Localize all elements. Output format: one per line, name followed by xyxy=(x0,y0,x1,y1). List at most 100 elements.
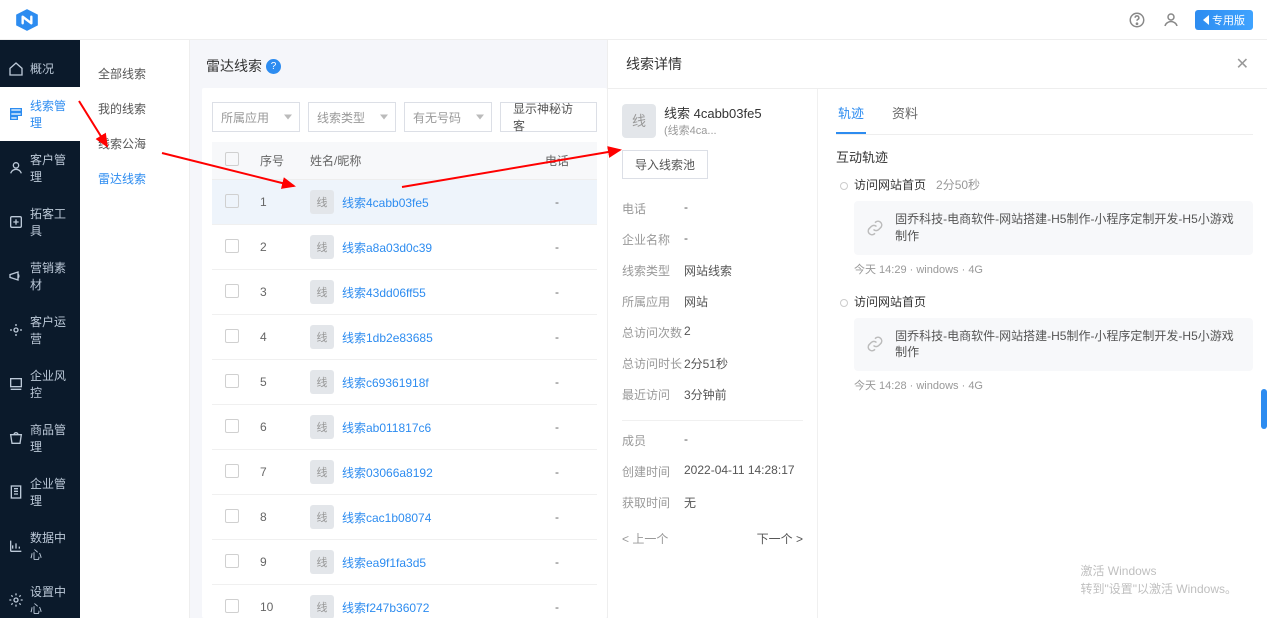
question-icon[interactable]: ? xyxy=(266,59,281,74)
table-row[interactable]: 2线线索a8a03d0c39- xyxy=(212,225,597,270)
checkbox-all[interactable] xyxy=(225,152,239,166)
checkbox[interactable] xyxy=(225,599,239,613)
kv-row: 企业名称- xyxy=(622,224,803,255)
track-col: 轨迹 资料 互动轨迹 访问网站首页2分50秒固乔科技-电商软件-网站搭建-H5制… xyxy=(818,89,1267,618)
checkbox[interactable] xyxy=(225,329,239,343)
table-row[interactable]: 5线线索c69361918f- xyxy=(212,360,597,405)
nav-label: 客户运营 xyxy=(30,313,72,347)
detail-col: 线 线索 4cabb03fe5 (线索4ca... 导入线索池 电话-企业名称-… xyxy=(608,89,818,618)
track-header: 互动轨迹 xyxy=(836,147,1253,166)
checkbox[interactable] xyxy=(225,464,239,478)
tabs: 轨迹 资料 xyxy=(836,103,1253,135)
tab-profile[interactable]: 资料 xyxy=(890,103,920,134)
filter-show-mystery[interactable]: 显示神秘访客 xyxy=(500,102,597,132)
table-row[interactable]: 4线线索1db2e83685- xyxy=(212,315,597,360)
info-sub: (线索4ca... xyxy=(664,122,762,138)
help-icon[interactable] xyxy=(1127,10,1147,30)
cell-phone: - xyxy=(517,225,597,270)
nav-clue[interactable]: 线索管理 xyxy=(0,87,80,141)
table-row[interactable]: 1线线索4cabb03fe5- xyxy=(212,180,597,225)
nav-goods[interactable]: 商品管理 xyxy=(0,411,80,465)
avatar-icon: 线 xyxy=(310,280,334,304)
link-card[interactable]: 固乔科技-电商软件-网站搭建-H5制作-小程序定制开发-H5小游戏制作 xyxy=(854,318,1253,372)
table-row[interactable]: 6线线索ab011817c6- xyxy=(212,405,597,450)
nav-ops[interactable]: 客户运营 xyxy=(0,303,80,357)
kv-row: 所属应用网站 xyxy=(622,286,803,317)
nav-ent[interactable]: 企业管理 xyxy=(0,465,80,519)
next-button[interactable]: 下一个 > xyxy=(757,530,803,547)
subnav-item[interactable]: 全部线索 xyxy=(80,56,189,91)
checkbox[interactable] xyxy=(225,419,239,433)
nav-label: 拓客工具 xyxy=(30,205,72,239)
kv-val: 3分钟前 xyxy=(684,386,727,403)
goods-icon xyxy=(8,430,24,446)
nav-mega[interactable]: 营销素材 xyxy=(0,249,80,303)
checkbox[interactable] xyxy=(225,374,239,388)
clue-name-link[interactable]: 线索ab011817c6 xyxy=(342,419,431,436)
checkbox[interactable] xyxy=(225,554,239,568)
nav-risk[interactable]: 企业风控 xyxy=(0,357,80,411)
kv-key: 电话 xyxy=(622,200,684,217)
table-row[interactable]: 3线线索43dd06ff55- xyxy=(212,270,597,315)
link-icon xyxy=(864,217,885,239)
th-seq: 序号 xyxy=(252,142,302,180)
clue-name-link[interactable]: 线索cac1b08074 xyxy=(342,509,431,526)
cust-icon xyxy=(8,160,24,176)
clue-name-link[interactable]: 线索1db2e83685 xyxy=(342,329,433,346)
cell-phone: - xyxy=(517,585,597,619)
checkbox[interactable] xyxy=(225,509,239,523)
prev-button[interactable]: < 上一个 xyxy=(622,530,668,547)
logo-icon[interactable] xyxy=(14,7,40,33)
nav-label: 营销素材 xyxy=(30,259,72,293)
user-icon[interactable] xyxy=(1161,10,1181,30)
link-text: 固乔科技-电商软件-网站搭建-H5制作-小程序定制开发-H5小游戏制作 xyxy=(895,328,1243,362)
clue-name-link[interactable]: 线索c69361918f xyxy=(342,374,429,391)
nav-chart[interactable]: 数据中心 xyxy=(0,519,80,573)
subnav-item[interactable]: 线索公海 xyxy=(80,126,189,161)
nav-cust[interactable]: 客户管理 xyxy=(0,141,80,195)
table-row[interactable]: 9线线索ea9f1fa3d5- xyxy=(212,540,597,585)
clue-name-link[interactable]: 线索03066a8192 xyxy=(342,464,433,481)
clue-name-link[interactable]: 线索a8a03d0c39 xyxy=(342,239,432,256)
subnav-item[interactable]: 我的线索 xyxy=(80,91,189,126)
scrollbar-thumb[interactable] xyxy=(1261,389,1267,429)
checkbox[interactable] xyxy=(225,284,239,298)
kv-row: 最近访问3分钟前 xyxy=(622,379,803,410)
kv-key: 成员 xyxy=(622,432,684,449)
filter-has-phone[interactable]: 有无号码 xyxy=(404,102,492,132)
filter-type[interactable]: 线索类型 xyxy=(308,102,396,132)
nav-tool[interactable]: 拓客工具 xyxy=(0,195,80,249)
event-duration: 2分50秒 xyxy=(936,176,980,193)
cell-seq: 10 xyxy=(252,585,302,619)
table-row[interactable]: 7线线索03066a8192- xyxy=(212,450,597,495)
nav-label: 企业管理 xyxy=(30,475,72,509)
kv-row: 总访问时长2分51秒 xyxy=(622,348,803,379)
close-icon[interactable]: ✕ xyxy=(1236,54,1249,74)
import-button[interactable]: 导入线索池 xyxy=(622,150,708,179)
table-row[interactable]: 10线线索f247b36072- xyxy=(212,585,597,619)
nav-label: 商品管理 xyxy=(30,421,72,455)
table-row[interactable]: 8线线索cac1b08074- xyxy=(212,495,597,540)
kv-row: 获取时间无 xyxy=(622,487,803,518)
clue-name-link[interactable]: 线索f247b36072 xyxy=(342,599,429,616)
side-nav: 概况线索管理客户管理拓客工具营销素材客户运营企业风控商品管理企业管理数据中心设置… xyxy=(0,40,80,618)
filter-app[interactable]: 所属应用 xyxy=(212,102,300,132)
edition-badge[interactable]: 专用版 xyxy=(1195,10,1253,30)
avatar-icon: 线 xyxy=(310,370,334,394)
checkbox[interactable] xyxy=(225,194,239,208)
clue-name-link[interactable]: 线索43dd06ff55 xyxy=(342,284,426,301)
nav-home[interactable]: 概况 xyxy=(0,50,80,87)
link-card[interactable]: 固乔科技-电商软件-网站搭建-H5制作-小程序定制开发-H5小游戏制作 xyxy=(854,201,1253,255)
avatar-icon: 线 xyxy=(310,415,334,439)
nav-gear[interactable]: 设置中心 xyxy=(0,573,80,627)
clue-name-link[interactable]: 线索ea9f1fa3d5 xyxy=(342,554,426,571)
kv-key: 获取时间 xyxy=(622,494,684,511)
subnav-item[interactable]: 雷达线索 xyxy=(80,161,189,196)
avatar-icon: 线 xyxy=(310,505,334,529)
card: 所属应用 线索类型 有无号码 显示神秘访客 序号 姓名/昵称 电话 1线线索4c… xyxy=(202,88,607,618)
clue-name-link[interactable]: 线索4cabb03fe5 xyxy=(342,194,429,211)
kv-row: 成员- xyxy=(622,425,803,456)
checkbox[interactable] xyxy=(225,239,239,253)
tab-track[interactable]: 轨迹 xyxy=(836,103,866,134)
kv-key: 总访问时长 xyxy=(622,355,684,372)
